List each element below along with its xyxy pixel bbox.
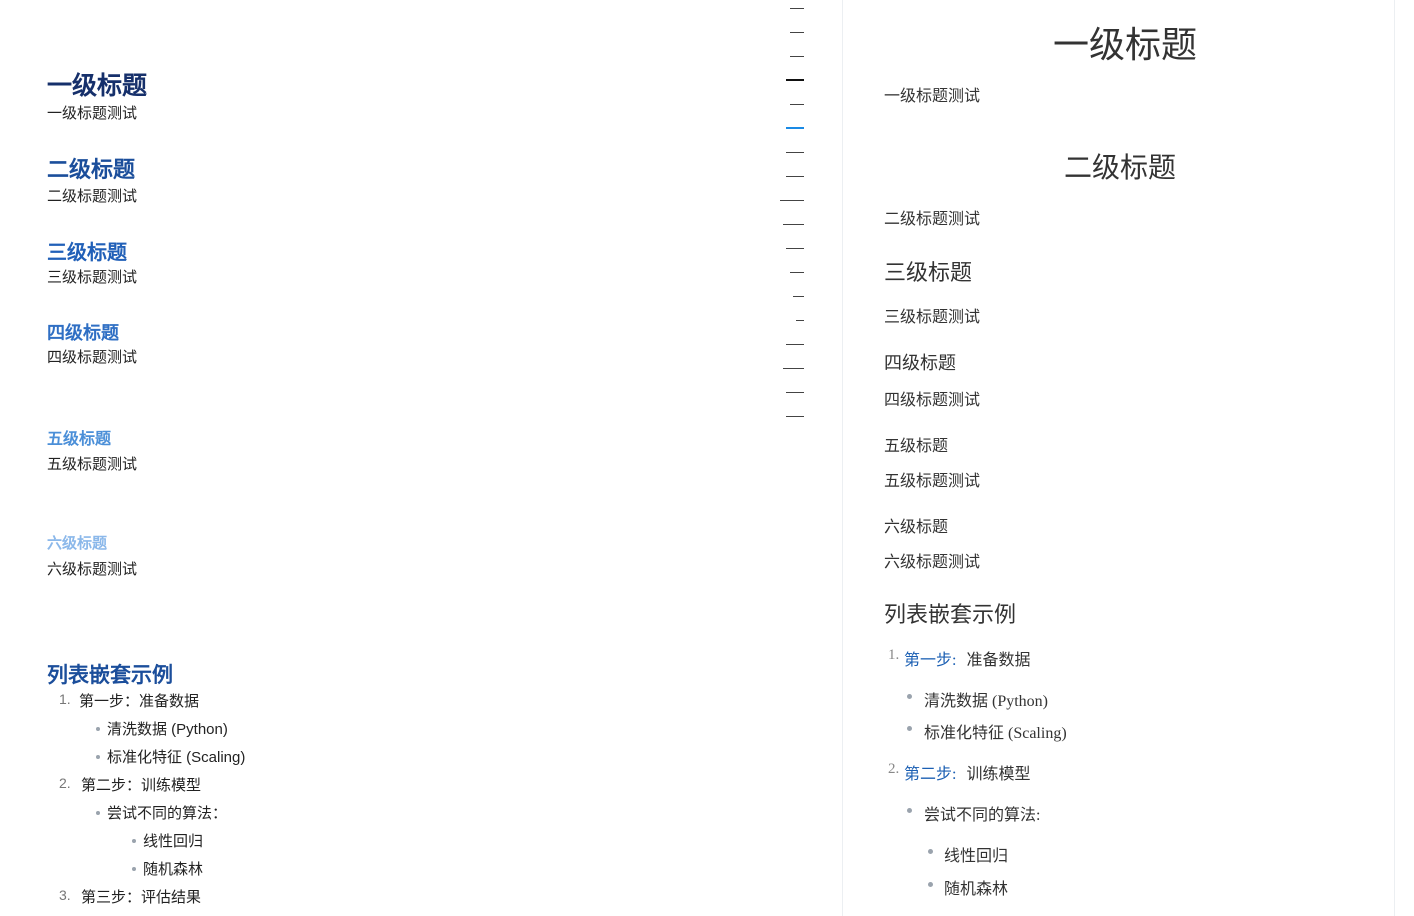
preview-heading-1: 一级标题 <box>1053 25 1198 65</box>
editor-paragraph-3[interactable]: 三级标题测试 <box>47 266 137 287</box>
preview-heading-6: 六级标题 <box>884 519 949 536</box>
preview-heading-4: 四级标题 <box>884 353 956 373</box>
editor-list-item-1-2[interactable]: 标准化特征 (Scaling) <box>107 746 245 767</box>
outline-marker[interactable] <box>796 320 804 321</box>
outline-marker[interactable] <box>786 344 804 345</box>
editor-list-item-2-1-2[interactable]: 随机森林 <box>143 858 203 879</box>
editor-list-number-2: 2. <box>59 775 71 791</box>
outline-marker[interactable] <box>786 176 804 177</box>
outline-marker[interactable] <box>786 79 804 81</box>
pane-divider[interactable] <box>842 0 843 916</box>
outline-marker[interactable] <box>790 104 804 105</box>
editor-list-item-3[interactable]: 第三步：评估结果 <box>81 886 201 907</box>
outline-marker[interactable] <box>790 272 804 273</box>
preview-list-item-2-1: 尝试不同的算法: <box>924 807 1041 824</box>
preview-paragraph-3: 三级标题测试 <box>884 309 981 326</box>
editor-paragraph-4[interactable]: 四级标题测试 <box>47 346 137 367</box>
editor-list-item-2-1-1[interactable]: 线性回归 <box>143 830 203 851</box>
preview-paragraph-5: 五级标题测试 <box>884 473 981 490</box>
outline-marker-active[interactable] <box>786 127 804 129</box>
editor-list-item-2[interactable]: 第二步：训练模型 <box>81 774 201 795</box>
preview-paragraph-4: 四级标题测试 <box>884 392 981 409</box>
outline-marker[interactable] <box>783 368 804 369</box>
preview-list-number-2: 2. <box>888 761 900 777</box>
preview-list-number-1: 1. <box>888 647 900 663</box>
preview-heading-3: 三级标题 <box>884 260 973 285</box>
preview-paragraph-2: 二级标题测试 <box>884 211 981 228</box>
outline-marker[interactable] <box>783 224 804 225</box>
preview-list-item-2: 第二步: 训练模型 <box>904 760 1030 784</box>
bullet-icon <box>928 882 933 887</box>
preview-list-item-2-text: 训练模型 <box>966 766 1031 783</box>
editor-paragraph-2[interactable]: 二级标题测试 <box>47 185 137 206</box>
editor-heading-5[interactable]: 五级标题 <box>47 425 111 449</box>
preview-list-item-1-2: 标准化特征 (Scaling) <box>924 725 1067 742</box>
editor-heading-4[interactable]: 四级标题 <box>47 319 119 345</box>
bullet-icon <box>96 727 100 731</box>
editor-paragraph-5[interactable]: 五级标题测试 <box>47 453 137 474</box>
preview-list-item-2-strong: 第二步: <box>904 766 957 783</box>
preview-list-item-2-1-1: 线性回归 <box>944 848 1009 865</box>
preview-list-item-1-text: 准备数据 <box>966 652 1031 669</box>
editor-list-title[interactable]: 列表嵌套示例 <box>47 659 173 689</box>
preview-border <box>1394 0 1395 916</box>
bullet-icon <box>96 755 100 759</box>
preview-paragraph-6: 六级标题测试 <box>884 554 981 571</box>
editor-list-item-1[interactable]: 第一步：准备数据 <box>79 690 199 711</box>
editor-heading-6[interactable]: 六级标题 <box>47 532 107 553</box>
preview-list-title: 列表嵌套示例 <box>884 602 1017 627</box>
bullet-icon <box>132 839 136 843</box>
editor-pane[interactable]: 一级标题 一级标题测试 二级标题 二级标题测试 三级标题 三级标题测试 四级标题… <box>0 0 842 916</box>
bullet-icon <box>96 811 100 815</box>
editor-list-item-2-1[interactable]: 尝试不同的算法： <box>107 802 227 823</box>
preview-paragraph-1: 一级标题测试 <box>884 88 981 105</box>
outline-marker[interactable] <box>786 416 804 417</box>
bullet-icon <box>132 867 136 871</box>
editor-list-number-1: 1. <box>59 691 71 707</box>
preview-heading-2: 二级标题 <box>1064 153 1177 184</box>
bullet-icon <box>907 694 912 699</box>
editor-paragraph-6[interactable]: 六级标题测试 <box>47 558 137 579</box>
editor-heading-3[interactable]: 三级标题 <box>47 236 127 265</box>
editor-heading-2[interactable]: 二级标题 <box>47 152 135 184</box>
editor-paragraph-1[interactable]: 一级标题测试 <box>47 102 137 123</box>
outline-marker[interactable] <box>790 56 804 57</box>
preview-list-item-1: 第一步: 准备数据 <box>904 646 1030 670</box>
outline-marker[interactable] <box>786 248 804 249</box>
editor-heading-1[interactable]: 一级标题 <box>47 66 147 102</box>
outline-marker[interactable] <box>786 152 804 153</box>
outline-marker[interactable] <box>790 32 804 33</box>
preview-list-item-2-1-2: 随机森林 <box>944 881 1009 898</box>
bullet-icon <box>907 726 912 731</box>
outline-marker[interactable] <box>786 392 804 393</box>
preview-list-item-1-strong: 第一步: <box>904 652 957 669</box>
editor-list-number-3: 3. <box>59 887 71 903</box>
bullet-icon <box>907 808 912 813</box>
bullet-icon <box>928 849 933 854</box>
preview-heading-5: 五级标题 <box>884 438 949 455</box>
preview-list-item-1-1: 清洗数据 (Python) <box>924 693 1049 710</box>
outline-marker[interactable] <box>790 8 804 9</box>
editor-list-item-1-1[interactable]: 清洗数据 (Python) <box>107 718 228 739</box>
outline-marker[interactable] <box>780 200 804 201</box>
outline-marker[interactable] <box>793 296 804 297</box>
